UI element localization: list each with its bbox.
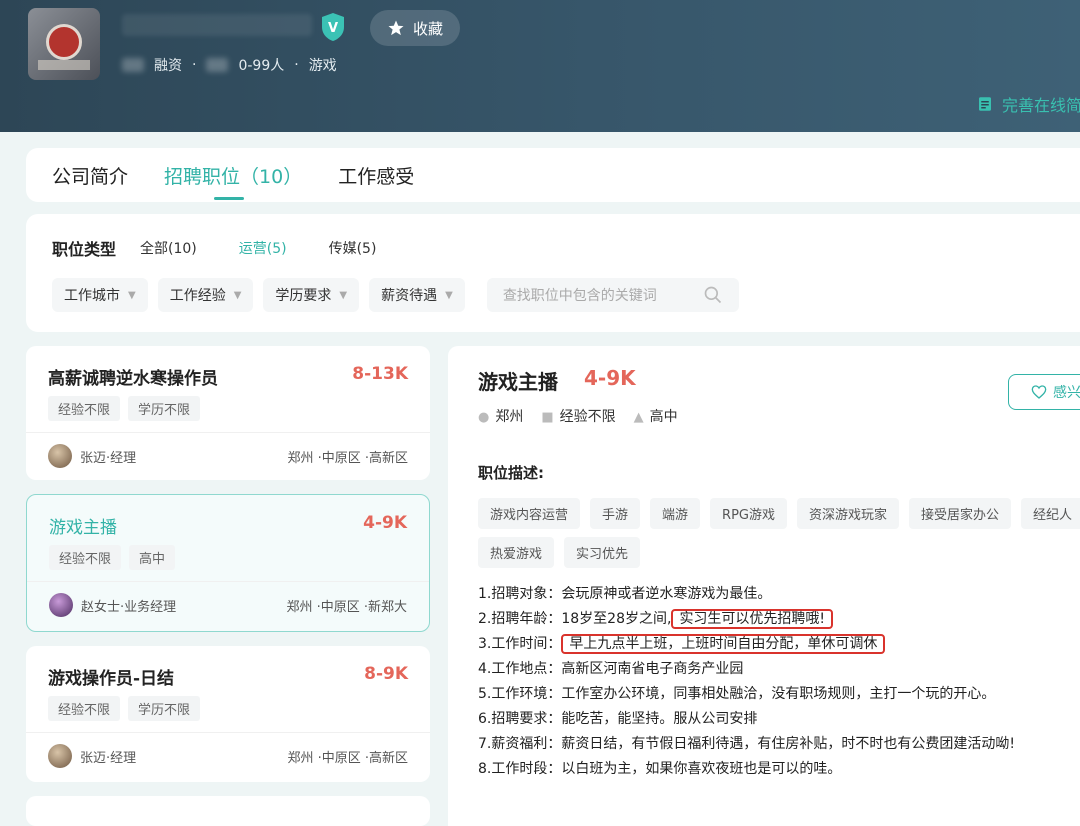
resume-icon (979, 97, 991, 111)
job-tag: 经验不限 (48, 396, 121, 421)
filter-type-operations[interactable]: 运营(5) (239, 238, 287, 258)
location-pin-icon: ● (478, 410, 490, 425)
verified-badge-icon: V (322, 13, 344, 41)
skill-tag: 热爱游戏 (478, 537, 555, 568)
highlighted-text: 早上九点半上班，上班时间自由分配，单休可调休 (561, 634, 886, 654)
favorite-label: 收藏 (412, 19, 443, 38)
job-card[interactable] (26, 796, 430, 826)
job-tag: 经验不限 (48, 696, 121, 721)
salary-dropdown[interactable]: 薪资待遇 ▼ (369, 278, 465, 312)
company-logo (28, 8, 100, 80)
svg-text:V: V (328, 21, 338, 36)
description-lines: 1.招聘对象：会玩原神或者逆水寒游戏为最佳。 2.招聘年龄：18岁至28岁之间,… (478, 582, 1015, 782)
education-dropdown[interactable]: 学历要求 ▼ (263, 278, 360, 312)
skill-tag: 端游 (650, 498, 701, 529)
skill-tag: 手游 (590, 498, 641, 529)
job-salary: 8-13K (352, 364, 408, 384)
search-placeholder: 查找职位中包含的关键词 (502, 288, 657, 304)
search-icon[interactable] (703, 285, 723, 305)
keyword-search-input[interactable]: 查找职位中包含的关键词 (486, 278, 739, 312)
description-line: 6.招聘要求：能吃苦，能坚持。服从公司安排 (478, 711, 758, 727)
interested-button[interactable]: 感兴 (1008, 374, 1080, 410)
skill-tag: 资深游戏玩家 (797, 498, 900, 529)
filter-dropdowns: 工作城市 ▼ 工作经验 ▼ 学历要求 ▼ 薪资待遇 ▼ 查找职位中包含的关键词 (52, 278, 739, 312)
graduation-cap-icon: ▲ (633, 410, 644, 425)
job-card[interactable]: 游戏操作员-日结 8-9K 经验不限 学历不限 张迈·经理 郑州 ·中原区 ·高… (26, 646, 430, 782)
avatar (48, 744, 72, 768)
detail-education: 高中 (649, 409, 678, 425)
job-card[interactable]: 高薪诚聘逆水寒操作员 8-13K 经验不限 学历不限 张迈·经理 郑州 ·中原区… (26, 346, 430, 480)
meta-industry: 游戏 (308, 58, 337, 74)
divider (26, 432, 430, 433)
description-line: 8.工作时段：以白班为主，如果你喜欢夜班也是可以的哇。 (478, 761, 842, 777)
job-tag: 经验不限 (49, 545, 122, 570)
job-type-label: 职位类型 (52, 240, 117, 259)
meta-investment: 融资 (154, 58, 182, 74)
description-line: 5.工作环境：工作室办公环境，同事相处融洽，没有职场规则，主打一个玩的开心。 (478, 686, 996, 702)
job-tag: 学历不限 (128, 696, 201, 721)
caret-down-icon: ▼ (445, 289, 453, 301)
description-line: 7.薪资福利：薪资日结，有节假日福利待遇，有住房补贴，时不时也有公费团建活动呦! (478, 736, 1015, 752)
job-tag: 学历不限 (128, 396, 201, 421)
filter-type-media[interactable]: 传媒(5) (329, 238, 377, 258)
tab-company-intro[interactable]: 公司简介 (52, 148, 128, 202)
job-detail-panel: 游戏主播 4-9K 感兴 ● 郑州 ■ 经验不限 ▲ 高中 职位描述: 游戏内容运营 … (448, 346, 1080, 826)
job-location: 郑州 ·中原区 ·新郑大 (286, 599, 407, 615)
briefcase-icon: ■ (541, 410, 554, 425)
avatar (49, 593, 73, 617)
job-location: 郑州 ·中原区 ·高新区 (287, 450, 408, 466)
company-header: V 收藏 融资 · 0-99人 · 游戏 完善在线简 (0, 0, 1080, 132)
description-line: 2.招聘年龄：18岁至28岁之间, 实习生可以优先招聘哦! (478, 607, 1015, 632)
recruiter-name: 张迈·经理 (80, 750, 137, 766)
detail-meta: ● 郑州 ■ 经验不限 ▲ 高中 (478, 406, 678, 426)
job-location: 郑州 ·中原区 ·高新区 (287, 750, 408, 766)
tab-job-openings[interactable]: 招聘职位（10） (164, 148, 302, 202)
job-title: 高薪诚聘逆水寒操作员 (48, 369, 218, 389)
job-title: 游戏操作员-日结 (48, 669, 175, 689)
caret-down-icon: ▼ (128, 289, 136, 301)
divider (26, 732, 430, 733)
tab-work-feelings[interactable]: 工作感受 (338, 148, 414, 202)
detail-job-title: 游戏主播 (478, 370, 558, 394)
recruiter-name: 赵女士·业务经理 (81, 599, 177, 615)
description-line: 1.招聘对象：会玩原神或者逆水寒游戏为最佳。 (478, 586, 772, 602)
experience-dropdown[interactable]: 工作经验 ▼ (157, 278, 254, 312)
job-card-selected[interactable]: 游戏主播 4-9K 经验不限 高中 赵女士·业务经理 郑州 ·中原区 ·新郑大 (26, 494, 430, 632)
highlighted-text: 实习生可以优先招聘哦! (671, 609, 834, 629)
description-label: 职位描述: (478, 464, 544, 482)
divider (27, 581, 429, 582)
job-type-row: 职位类型 全部(10) 运营(5) 传媒(5) (52, 236, 418, 260)
detail-experience: 经验不限 (559, 409, 616, 425)
caret-down-icon: ▼ (339, 289, 348, 301)
caret-down-icon: ▼ (233, 289, 242, 301)
job-salary: 4-9K (363, 513, 407, 533)
city-dropdown[interactable]: 工作城市 ▼ (52, 278, 148, 312)
job-filters: 职位类型 全部(10) 运营(5) 传媒(5) 工作城市 ▼ 工作经验 ▼ 学历要求… (26, 214, 1080, 332)
company-tabs: 公司简介 招聘职位（10） 工作感受 (26, 148, 1080, 202)
filter-type-all[interactable]: 全部(10) (140, 238, 197, 258)
description-line: 4.工作地点：高新区河南省电子商务产业园 (478, 661, 744, 677)
skill-tag: 接受居家办公 (909, 498, 1012, 529)
recruiter-name: 张迈·经理 (80, 450, 137, 466)
company-name-blurred (122, 14, 312, 36)
job-tag: 高中 (129, 545, 176, 570)
description-line: 3.工作时间： 早上九点半上班，上班时间自由分配，单休可调休 (478, 632, 1015, 657)
skill-tag: 游戏内容运营 (478, 498, 581, 529)
job-salary: 8-9K (364, 664, 408, 684)
job-title: 游戏主播 (49, 518, 117, 538)
heart-icon (1031, 385, 1047, 399)
star-icon (388, 20, 404, 36)
detail-job-salary: 4-9K (584, 366, 636, 390)
company-meta: 融资 · 0-99人 · 游戏 (122, 55, 337, 75)
detail-city: 郑州 (495, 409, 524, 425)
skill-tag: RPG游戏 (710, 498, 787, 529)
favorite-button[interactable]: 收藏 (370, 10, 460, 46)
skill-tag: 实习优先 (564, 537, 641, 568)
avatar (48, 444, 72, 468)
meta-size: 0-99人 (238, 58, 285, 74)
skill-tag: 经纪人 (1021, 498, 1080, 529)
complete-resume-link[interactable]: 完善在线简 (976, 92, 1080, 116)
skill-tags: 游戏内容运营 手游 端游 RPG游戏 资深游戏玩家 接受居家办公 经纪人 热爱游… (478, 498, 1080, 568)
